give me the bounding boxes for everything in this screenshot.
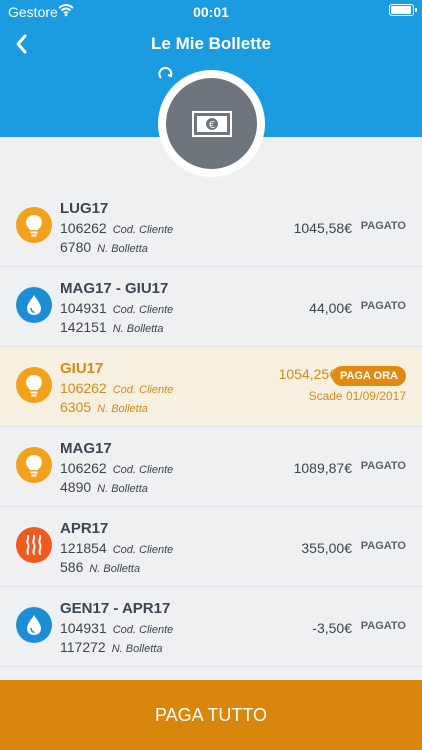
client-code: 106262 (60, 380, 107, 396)
lightbulb-icon (16, 367, 52, 403)
status-badge: PAGATO (360, 300, 406, 312)
bill-number-line: 117272 N. Bolletta (60, 639, 162, 655)
pay-all-button[interactable]: PAGA TUTTO (0, 680, 422, 750)
bill-period: APR17 (60, 520, 109, 537)
banknote-euro-icon: € (191, 110, 232, 137)
client-code-line: 106262 Cod. Cliente (60, 460, 173, 476)
bill-number-label: N. Bolletta (97, 403, 148, 415)
bill-number-label: N. Bolletta (112, 323, 164, 335)
bill-amount: 1054,25€ (278, 366, 337, 382)
bill-period: MAG17 (60, 440, 112, 457)
bill-number: 4890 (60, 479, 92, 495)
client-code-label: Cod. Cliente (112, 464, 174, 476)
bill-period: LUG17 (60, 200, 109, 217)
bill-row[interactable]: MAG17 - GIU17 104931 Cod. Cliente 142151 N. … (0, 267, 422, 347)
bill-number-line: 6305 N. Bolletta (60, 399, 148, 415)
bill-amount: 1045,58€ (293, 220, 352, 236)
client-code-label: Cod. Cliente (112, 544, 174, 556)
status-bar: Gestore 00:01 (0, 0, 422, 22)
clock: 00:01 (193, 4, 229, 20)
svg-text:€: € (208, 120, 214, 131)
bill-row[interactable]: LUG17 106262 Cod. Cliente 6780 N. Bolletta 10… (0, 187, 422, 267)
client-code-line: 106262 Cod. Cliente (60, 220, 173, 236)
due-date: Scade 01/09/2017 (308, 389, 406, 403)
water-drop-icon (16, 607, 52, 643)
bill-number-line: 142151 N. Bolletta (60, 319, 163, 335)
bill-number: 117272 (60, 639, 106, 655)
bill-number-label: N. Bolletta (97, 243, 148, 255)
client-code-line: 104931 Cod. Cliente (60, 300, 173, 316)
avatar-ring: € (158, 70, 265, 177)
bill-number: 6305 (60, 399, 92, 415)
money-avatar[interactable]: € (166, 78, 257, 169)
lightbulb-icon (16, 447, 52, 483)
bills-list: LUG17 106262 Cod. Cliente 6780 N. Bolletta 10… (0, 187, 422, 667)
bill-amount: 1089,87€ (293, 460, 352, 476)
bill-row[interactable]: APR17 121854 Cod. Cliente 586 N. Bolletta 355… (0, 507, 422, 587)
client-code-line: 121854 Cod. Cliente (60, 540, 173, 556)
client-code-label: Cod. Cliente (112, 304, 174, 316)
bill-number-label: N. Bolletta (111, 643, 163, 655)
client-code: 104931 (60, 620, 107, 636)
client-code-label: Cod. Cliente (112, 384, 174, 396)
bill-number-line: 6780 N. Bolletta (60, 239, 148, 255)
bill-number: 6780 (60, 239, 92, 255)
battery-icon (389, 4, 417, 16)
bill-period: GEN17 - APR17 (60, 600, 171, 617)
client-code: 106262 (60, 460, 107, 476)
bill-number: 142151 (60, 319, 107, 335)
heat-icon (16, 527, 52, 563)
bill-period: MAG17 - GIU17 (60, 280, 169, 297)
bill-row[interactable]: MAG17 106262 Cod. Cliente 4890 N. Bolletta 10… (0, 427, 422, 507)
bill-row[interactable]: GEN17 - APR17 104931 Cod. Cliente 117272 N. … (0, 587, 422, 667)
bill-amount: 44,00€ (309, 300, 352, 316)
client-code-line: 106262 Cod. Cliente (60, 380, 173, 396)
status-badge: PAGATO (360, 620, 406, 632)
bill-number-label: N. Bolletta (97, 483, 148, 495)
status-badge: PAGATO (360, 220, 406, 232)
bill-row[interactable]: GIU17 106262 Cod. Cliente 6305 N. Bolletta 10… (0, 347, 422, 427)
bill-period: GIU17 (60, 360, 104, 377)
client-code-line: 104931 Cod. Cliente (60, 620, 173, 636)
bill-amount: -3,50€ (312, 620, 352, 636)
lightbulb-icon (16, 207, 52, 243)
water-drop-icon (16, 287, 52, 323)
bill-amount: 355,00€ (301, 540, 352, 556)
client-code-label: Cod. Cliente (112, 624, 174, 636)
client-code-label: Cod. Cliente (112, 224, 174, 236)
refresh-icon[interactable] (158, 65, 174, 81)
status-badge: PAGATO (360, 540, 406, 552)
client-code: 104931 (60, 300, 107, 316)
bill-number-line: 4890 N. Bolletta (60, 479, 148, 495)
client-code: 106262 (60, 220, 107, 236)
pay-now-button[interactable]: PAGA ORA (331, 366, 406, 386)
bill-number-label: N. Bolletta (89, 563, 141, 575)
status-badge: PAGATO (360, 460, 406, 472)
client-code: 121854 (60, 540, 107, 556)
bill-number-line: 586 N. Bolletta (60, 559, 140, 575)
page-title: Le Mie Bollette (151, 34, 271, 53)
bill-number: 586 (60, 559, 84, 575)
